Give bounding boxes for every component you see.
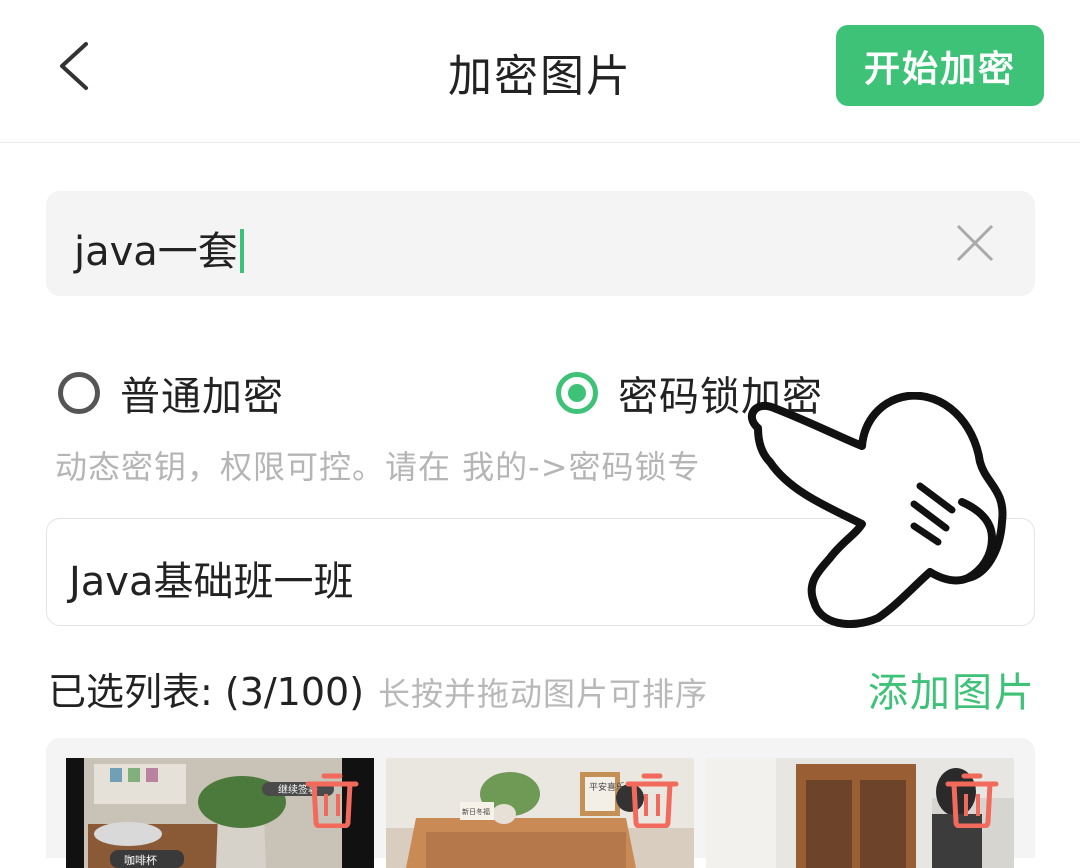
image-thumbnail[interactable]: 平安喜乐 新日冬福 bbox=[386, 758, 694, 868]
radio-normal-label: 普通加密 bbox=[120, 374, 284, 420]
add-image-link[interactable]: 添加图片 bbox=[868, 660, 1036, 718]
album-name-input[interactable]: java一套 bbox=[74, 219, 244, 277]
text-caret bbox=[239, 229, 244, 273]
radio-normal-encrypt[interactable]: 普通加密 bbox=[58, 364, 284, 422]
image-gallery: 继续签署 咖啡杯 平安喜乐 新日冬福 bbox=[46, 738, 1035, 868]
delete-trash-icon[interactable] bbox=[304, 768, 360, 828]
radio-selected-icon[interactable] bbox=[556, 372, 598, 414]
start-encrypt-button[interactable]: 开始加密 bbox=[836, 25, 1044, 106]
delete-trash-icon[interactable] bbox=[624, 768, 680, 828]
header: 加密图片 开始加密 bbox=[0, 0, 1080, 143]
encrypt-hint-text: 动态密钥，权限可控。请在 我的->密码锁专 bbox=[55, 448, 701, 486]
selected-list-label: 已选列表: (3/100) 长按并拖动图片可排序 bbox=[48, 661, 708, 716]
thumbnail-caption-text: 咖啡杯 bbox=[124, 853, 157, 867]
image-thumbnail[interactable]: 继续签署 咖啡杯 bbox=[66, 758, 374, 868]
sort-hint: 长按并拖动图片可排序 bbox=[378, 675, 709, 713]
clear-icon[interactable] bbox=[952, 220, 998, 266]
pointing-hand-icon bbox=[748, 392, 1007, 628]
lock-group-value: Java基础班一班 bbox=[69, 559, 354, 605]
album-name-field[interactable]: java一套 bbox=[46, 191, 1035, 296]
image-thumbnail[interactable] bbox=[706, 758, 1014, 868]
album-name-value: java一套 bbox=[74, 229, 238, 275]
delete-trash-icon[interactable] bbox=[944, 768, 1000, 828]
thumbnail-label-text: 新日冬福 bbox=[462, 807, 490, 816]
selected-count: 已选列表: (3/100) bbox=[48, 670, 365, 714]
radio-circle-icon[interactable] bbox=[58, 372, 100, 414]
